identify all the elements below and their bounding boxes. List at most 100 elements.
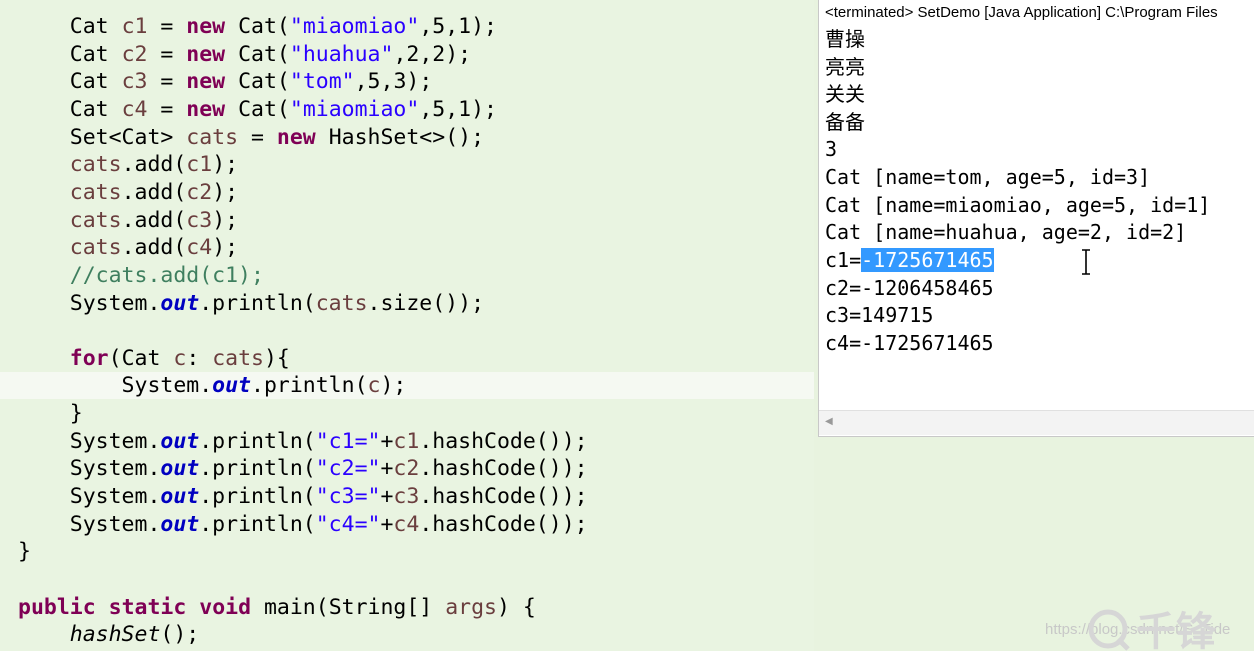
code-line[interactable]: System.out.println("c4="+c4.hashCode()); — [18, 511, 814, 538]
console-line-text: Cat [name=miaomiao, age=5, id=1] — [825, 193, 1211, 217]
code-line[interactable]: System.out.println(cats.size()); — [18, 290, 814, 317]
code-token: ); — [212, 180, 239, 205]
code-line[interactable]: cats.add(c4); — [18, 234, 814, 261]
code-line[interactable]: System.out.println("c2="+c2.hashCode()); — [18, 455, 814, 482]
code-token: new — [276, 125, 316, 150]
console-line[interactable]: 亮亮 — [825, 54, 865, 81]
code-line[interactable]: System.out.println("c3="+c3.hashCode()); — [18, 483, 814, 510]
code-line[interactable]: System.out.println("c1="+c1.hashCode()); — [18, 428, 814, 455]
code-token: args — [445, 595, 497, 620]
code-token: c4 — [186, 235, 213, 260]
code-line[interactable]: Cat c2 = new Cat("huahua",2,2); — [18, 41, 814, 68]
code-line[interactable]: for(Cat c: cats){ — [18, 345, 814, 372]
code-token: new — [186, 97, 226, 122]
code-token: c4 — [121, 97, 148, 122]
code-line[interactable]: Cat c4 = new Cat("miaomiao",5,1); — [18, 96, 814, 123]
code-line[interactable]: cats.add(c1); — [18, 151, 814, 178]
code-token: hashSet — [69, 622, 161, 647]
selected-text[interactable]: -1725671465 — [861, 248, 994, 272]
code-token: new — [186, 42, 226, 67]
code-token: Cat( — [225, 97, 290, 122]
code-token: out — [160, 484, 200, 509]
code-token: ); — [212, 152, 239, 177]
code-token: cats — [315, 291, 368, 316]
console-line[interactable]: 3 — [825, 136, 837, 163]
code-token: = — [238, 125, 277, 150]
console-line[interactable]: c2=-1206458465 — [825, 275, 994, 302]
code-token: .println( — [199, 512, 316, 537]
console-line-text: 3 — [825, 137, 838, 161]
code-line[interactable]: Cat c3 = new Cat("tom",5,3); — [18, 68, 814, 95]
console-line-text: 亮亮 — [825, 55, 865, 79]
code-token: Cat — [18, 69, 122, 94]
code-token: System. — [18, 512, 161, 537]
console-line-text: Cat [name=tom, age=5, id=3] — [825, 165, 1151, 189]
code-token: } — [18, 539, 31, 564]
code-token: out — [160, 291, 200, 316]
code-token: c1 — [393, 429, 420, 454]
code-token: ); — [380, 373, 407, 398]
code-token: c2 — [186, 180, 213, 205]
code-line[interactable]: Set<Cat> cats = new HashSet<>(); — [18, 124, 814, 151]
console-line[interactable]: Cat [name=tom, age=5, id=3] — [825, 164, 1150, 191]
code-token: public — [18, 595, 96, 620]
code-line[interactable] — [18, 566, 814, 593]
code-token: = — [147, 42, 187, 67]
brand-logo-icon: 千锋 — [1088, 609, 1217, 651]
code-line[interactable]: cats.add(c3); — [18, 207, 814, 234]
code-token: .println( — [199, 456, 316, 481]
code-token: Cat — [18, 14, 122, 39]
code-token: ) { — [496, 595, 536, 620]
code-token: static — [108, 595, 187, 620]
code-token: System. — [18, 291, 161, 316]
code-token: out — [160, 456, 200, 481]
code-token: = — [147, 69, 187, 94]
code-token: "miaomiao" — [289, 97, 420, 122]
code-line[interactable] — [18, 317, 814, 344]
code-line[interactable]: } — [18, 538, 814, 565]
code-token: ,2,2); — [393, 42, 472, 67]
code-token: .add( — [121, 208, 187, 233]
code-token: .println( — [251, 373, 368, 398]
code-token: cats — [69, 180, 122, 205]
console-line[interactable]: Cat [name=miaomiao, age=5, id=1] — [825, 192, 1210, 219]
console-line-text: c1= — [825, 248, 862, 272]
code-token: "tom" — [289, 69, 355, 94]
console-line[interactable]: c1=-1725671465 — [825, 247, 994, 274]
console-horizontal-scrollbar[interactable]: ◀ — [819, 410, 1254, 435]
code-token: System. — [18, 429, 161, 454]
console-line-text: 关关 — [825, 82, 865, 106]
code-token: "c3=" — [315, 484, 381, 509]
code-token: = — [147, 14, 187, 39]
code-token: c2 — [393, 456, 420, 481]
code-token: c4 — [393, 512, 420, 537]
scroll-left-arrow-icon[interactable]: ◀ — [825, 414, 839, 430]
code-token: cats — [69, 152, 122, 177]
code-token: Cat — [18, 97, 122, 122]
console-line[interactable]: 曹操 — [825, 26, 865, 53]
console-line[interactable]: c4=-1725671465 — [825, 330, 994, 357]
code-token: (); — [160, 622, 200, 647]
code-token: main(String[] — [251, 595, 446, 620]
code-editor[interactable]: Cat c1 = new Cat("miaomiao",5,1); Cat c2… — [0, 0, 814, 651]
current-code-line[interactable]: System.out.println(c); — [0, 372, 814, 399]
console-line[interactable]: c3=149715 — [825, 302, 933, 329]
brand-logo-text: 千锋 — [1136, 609, 1217, 651]
code-line[interactable]: cats.add(c2); — [18, 179, 814, 206]
code-line[interactable]: } — [18, 400, 814, 427]
code-token: HashSet<>(); — [315, 125, 485, 150]
console-line[interactable]: 备备 — [825, 109, 865, 136]
code-line[interactable]: //cats.add(c1); — [18, 262, 814, 289]
code-token: //cats.add(c1); — [69, 263, 264, 288]
console-line[interactable]: Cat [name=huahua, age=2, id=2] — [825, 219, 1186, 246]
code-line[interactable]: public static void main(String[] args) { — [18, 594, 814, 621]
code-line[interactable]: Cat c1 = new Cat("miaomiao",5,1); — [18, 13, 814, 40]
code-token: .add( — [121, 152, 187, 177]
console-line[interactable]: 关关 — [825, 81, 865, 108]
console-panel[interactable]: <terminated> SetDemo [Java Application] … — [818, 0, 1254, 437]
code-token: void — [199, 595, 252, 620]
code-token: c3 — [121, 69, 148, 94]
code-line[interactable]: hashSet(); — [18, 621, 814, 648]
